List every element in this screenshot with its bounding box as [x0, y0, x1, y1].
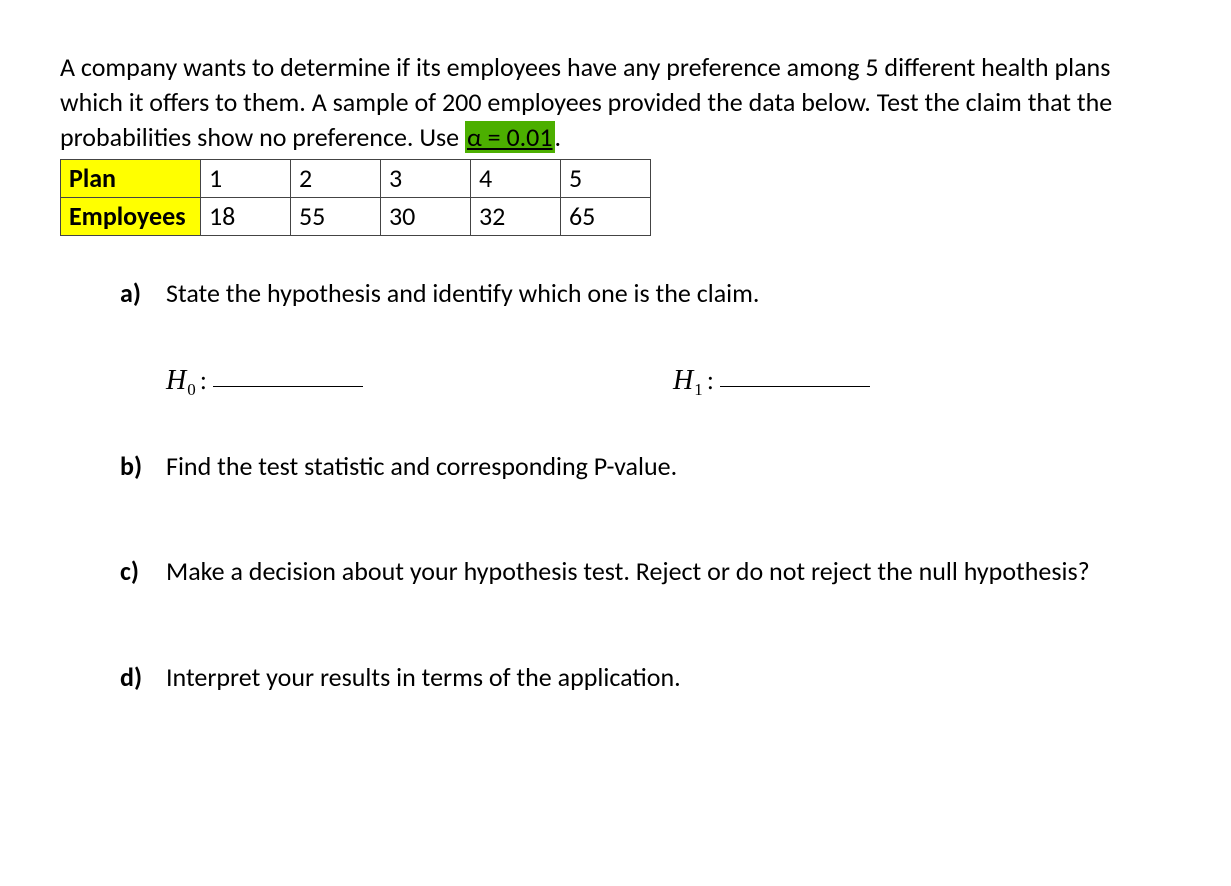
h0-blank	[213, 364, 363, 387]
employees-cell: 32	[471, 198, 561, 236]
h0-subscript: 0	[187, 379, 196, 402]
question-c: c) Make a decision about your hypothesis…	[120, 554, 1171, 589]
h1-symbol: H	[673, 362, 693, 400]
plan-cell: 5	[561, 160, 651, 198]
data-table: Plan 1 2 3 4 5 Employees 18 55 30 32 65	[60, 159, 651, 236]
h1-blank	[720, 364, 870, 387]
hypothesis-line: H0 : H1 :	[166, 362, 1171, 400]
problem-statement: A company wants to determine if its empl…	[60, 50, 1171, 155]
question-body-d: Interpret your results in terms of the a…	[166, 660, 1171, 695]
employees-cell: 30	[381, 198, 471, 236]
plan-cell: 1	[201, 160, 291, 198]
table-row: Employees 18 55 30 32 65	[61, 198, 651, 236]
h1-block: H1 :	[673, 362, 870, 400]
question-body-c: Make a decision about your hypothesis te…	[166, 554, 1171, 589]
h1-subscript: 1	[694, 379, 703, 402]
question-list: a) State the hypothesis and identify whi…	[120, 276, 1171, 694]
h0-colon: :	[200, 363, 207, 398]
question-body-b: Find the test statistic and correspondin…	[166, 449, 1171, 484]
plan-cell: 2	[291, 160, 381, 198]
question-b: b) Find the test statistic and correspon…	[120, 449, 1171, 484]
question-body-a: State the hypothesis and identify which …	[166, 276, 1171, 311]
plan-cell: 4	[471, 160, 561, 198]
plan-cell: 3	[381, 160, 471, 198]
h0-symbol: H	[166, 362, 186, 400]
question-d: d) Interpret your results in terms of th…	[120, 660, 1171, 695]
problem-text-before: A company wants to determine if its empl…	[60, 51, 1112, 153]
alpha-highlight: α = 0.01	[465, 121, 555, 153]
question-a: a) State the hypothesis and identify whi…	[120, 276, 1171, 311]
question-label-d: d)	[120, 660, 166, 695]
row-header-employees: Employees	[61, 198, 201, 236]
table-row: Plan 1 2 3 4 5	[61, 160, 651, 198]
question-label-a: a)	[120, 276, 166, 311]
question-label-b: b)	[120, 449, 166, 484]
problem-text-after: .	[555, 121, 562, 153]
employees-cell: 65	[561, 198, 651, 236]
employees-cell: 55	[291, 198, 381, 236]
employees-cell: 18	[201, 198, 291, 236]
question-label-c: c)	[120, 554, 166, 589]
h1-colon: :	[707, 363, 714, 398]
h0-block: H0 :	[166, 362, 363, 400]
row-header-plan: Plan	[61, 160, 201, 198]
